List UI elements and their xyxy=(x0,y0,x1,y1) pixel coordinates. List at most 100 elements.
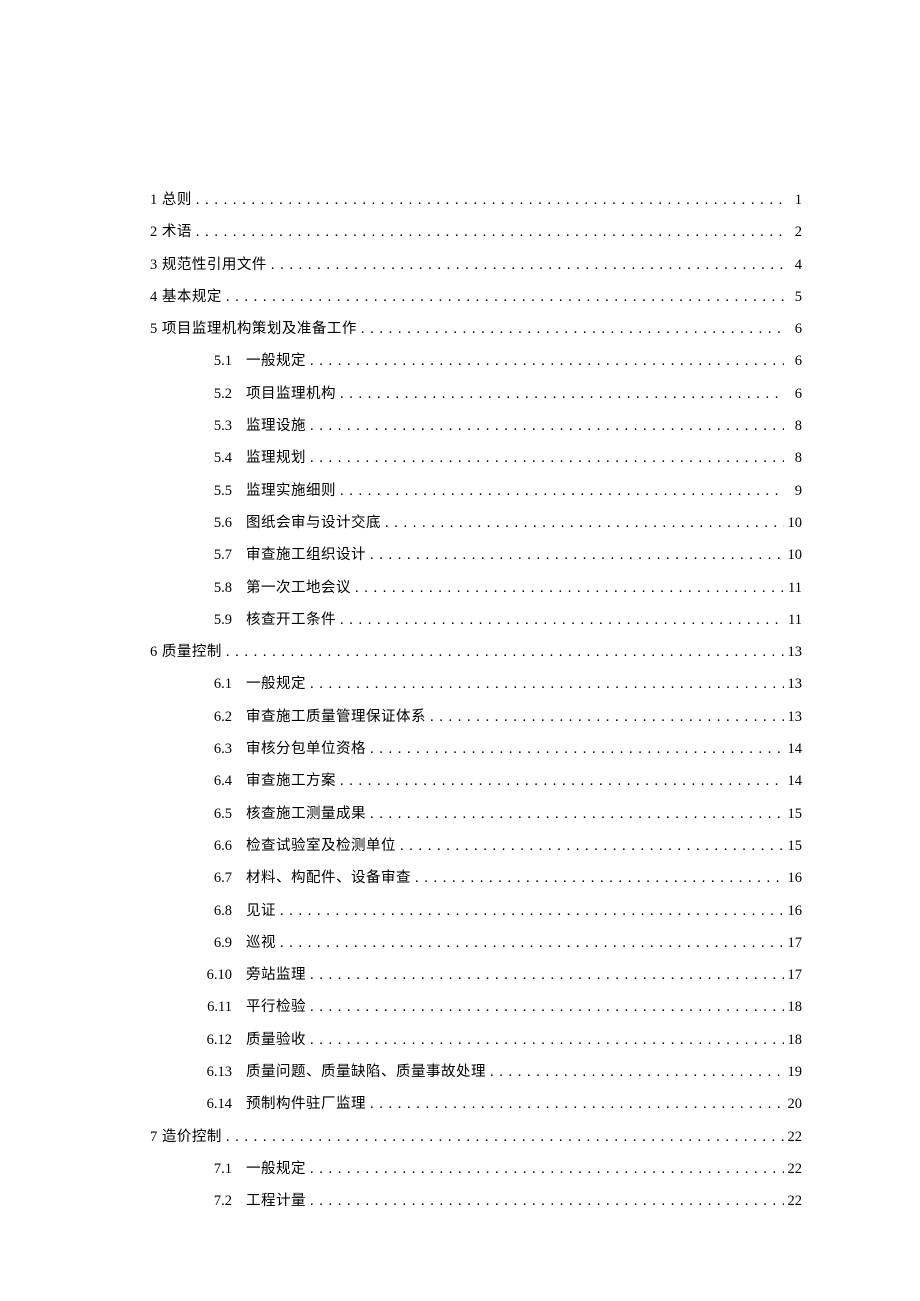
toc-section-number: 6.8 xyxy=(206,901,246,921)
toc-leader-dots xyxy=(336,384,784,404)
toc-page-number: 2 xyxy=(784,222,802,242)
toc-section-title: 工程计量 xyxy=(246,1191,306,1211)
toc-section-title: 第一次工地会议 xyxy=(246,578,351,598)
toc-page-number: 6 xyxy=(784,319,802,339)
toc-entry: 5.9核查开工条件11 xyxy=(150,610,802,630)
toc-leader-dots xyxy=(306,448,784,468)
toc-section-title: 旁站监理 xyxy=(246,965,306,985)
toc-leader-dots xyxy=(411,868,784,888)
toc-section-title: 一般规定 xyxy=(246,674,306,694)
toc-entry: 7.1一般规定22 xyxy=(150,1159,802,1179)
toc-section-number: 6.4 xyxy=(206,771,246,791)
toc-page-number: 11 xyxy=(784,610,802,630)
toc-section-number: 6.1 xyxy=(206,674,246,694)
toc-entry: 6.2审查施工质量管理保证体系 13 xyxy=(150,707,802,727)
toc-section-title: 见证 xyxy=(246,901,276,921)
toc-page-number: 16 xyxy=(784,868,802,888)
toc-section-title: 检查试验室及检测单位 xyxy=(246,836,396,856)
toc-page-number: 13 xyxy=(784,642,802,662)
toc-leader-dots xyxy=(306,416,784,436)
toc-section-number: 7.2 xyxy=(206,1191,246,1211)
toc-leader-dots xyxy=(336,610,784,630)
toc-leader-dots xyxy=(366,1094,784,1114)
toc-entry: 6.4审查施工方案14 xyxy=(150,771,802,791)
toc-leader-dots xyxy=(306,351,784,371)
toc-entry: 6.3审核分包单位资格14 xyxy=(150,739,802,759)
toc-leader-dots xyxy=(306,674,784,694)
toc-entry: 4 基本规定5 xyxy=(150,287,802,307)
toc-page-number: 5 xyxy=(784,287,802,307)
toc-leader-dots xyxy=(357,319,784,339)
toc-entry: 5.5监理实施细则 9 xyxy=(150,481,802,501)
toc-page-number: 13 xyxy=(784,674,802,694)
toc-section-title: 巡视 xyxy=(246,933,276,953)
toc-page-number: 18 xyxy=(784,997,802,1017)
toc-section-title: 监理规划 xyxy=(246,448,306,468)
toc-page-number: 10 xyxy=(784,513,802,533)
toc-section-number: 5.6 xyxy=(206,513,246,533)
toc-entry: 6.7材料、构配件、设备审查16 xyxy=(150,868,802,888)
toc-entry: 7 造价控制 22 xyxy=(150,1127,802,1147)
toc-section-title: 审查施工质量管理保证体系 xyxy=(246,707,426,727)
toc-page-number: 20 xyxy=(784,1094,802,1114)
toc-chapter-title: 1 总则 xyxy=(150,190,192,210)
toc-section-number: 6.7 xyxy=(206,868,246,888)
toc-section-number: 7.1 xyxy=(206,1159,246,1179)
toc-section-number: 5.4 xyxy=(206,448,246,468)
toc-page-number: 10 xyxy=(784,545,802,565)
toc-entry: 2 术语 2 xyxy=(150,222,802,242)
toc-entry: 6 质量控制13 xyxy=(150,642,802,662)
toc-section-title: 一般规定 xyxy=(246,1159,306,1179)
toc-section-number: 6.5 xyxy=(206,804,246,824)
table-of-contents: 1 总则12 术语23 规范性引用文件44 基本规定55 项目监理机构策划及准备… xyxy=(150,190,802,1212)
toc-page-number: 9 xyxy=(784,481,802,501)
toc-page-number: 13 xyxy=(784,707,802,727)
toc-entry: 6.10旁站监理17 xyxy=(150,965,802,985)
toc-section-number: 6.2 xyxy=(206,707,246,727)
toc-entry: 5.8第一次工地会议 11 xyxy=(150,578,802,598)
toc-section-number: 6.10 xyxy=(206,965,246,985)
toc-section-number: 5.7 xyxy=(206,545,246,565)
toc-leader-dots xyxy=(276,933,784,953)
toc-leader-dots xyxy=(222,1127,784,1147)
toc-leader-dots xyxy=(306,965,784,985)
toc-page-number: 6 xyxy=(784,351,802,371)
toc-leader-dots xyxy=(336,481,784,501)
toc-section-number: 5.8 xyxy=(206,578,246,598)
toc-chapter-title: 7 造价控制 xyxy=(150,1127,222,1147)
toc-leader-dots xyxy=(486,1062,784,1082)
toc-page-number: 11 xyxy=(784,578,802,598)
toc-page-number: 4 xyxy=(784,255,802,275)
toc-leader-dots xyxy=(306,997,784,1017)
toc-page-number: 18 xyxy=(784,1030,802,1050)
toc-entry: 6.11平行检验18 xyxy=(150,997,802,1017)
toc-page-number: 22 xyxy=(784,1127,802,1147)
toc-page-number: 15 xyxy=(784,836,802,856)
toc-leader-dots xyxy=(306,1159,784,1179)
toc-entry: 5.7审查施工组织设计 10 xyxy=(150,545,802,565)
toc-page-number: 16 xyxy=(784,901,802,921)
toc-page-number: 6 xyxy=(784,384,802,404)
toc-chapter-title: 3 规范性引用文件 xyxy=(150,255,267,275)
toc-section-title: 审查施工方案 xyxy=(246,771,336,791)
toc-leader-dots xyxy=(276,901,784,921)
toc-leader-dots xyxy=(336,771,784,791)
toc-leader-dots xyxy=(192,190,784,210)
toc-entry: 6.1一般规定 13 xyxy=(150,674,802,694)
toc-page-number: 15 xyxy=(784,804,802,824)
toc-section-title: 质量问题、质量缺陷、质量事故处理 xyxy=(246,1062,486,1082)
toc-page-number: 14 xyxy=(784,739,802,759)
toc-section-title: 审查施工组织设计 xyxy=(246,545,366,565)
toc-section-title: 项目监理机构 xyxy=(246,384,336,404)
toc-section-title: 监理实施细则 xyxy=(246,481,336,501)
toc-leader-dots xyxy=(306,1030,784,1050)
toc-section-title: 核查施工测量成果 xyxy=(246,804,366,824)
toc-section-number: 5.5 xyxy=(206,481,246,501)
toc-leader-dots xyxy=(381,513,784,533)
toc-chapter-title: 5 项目监理机构策划及准备工作 xyxy=(150,319,357,339)
toc-chapter-title: 2 术语 xyxy=(150,222,192,242)
toc-leader-dots xyxy=(222,642,784,662)
toc-entry: 5.6图纸会审与设计交底10 xyxy=(150,513,802,533)
toc-section-number: 6.9 xyxy=(206,933,246,953)
toc-section-number: 6.3 xyxy=(206,739,246,759)
